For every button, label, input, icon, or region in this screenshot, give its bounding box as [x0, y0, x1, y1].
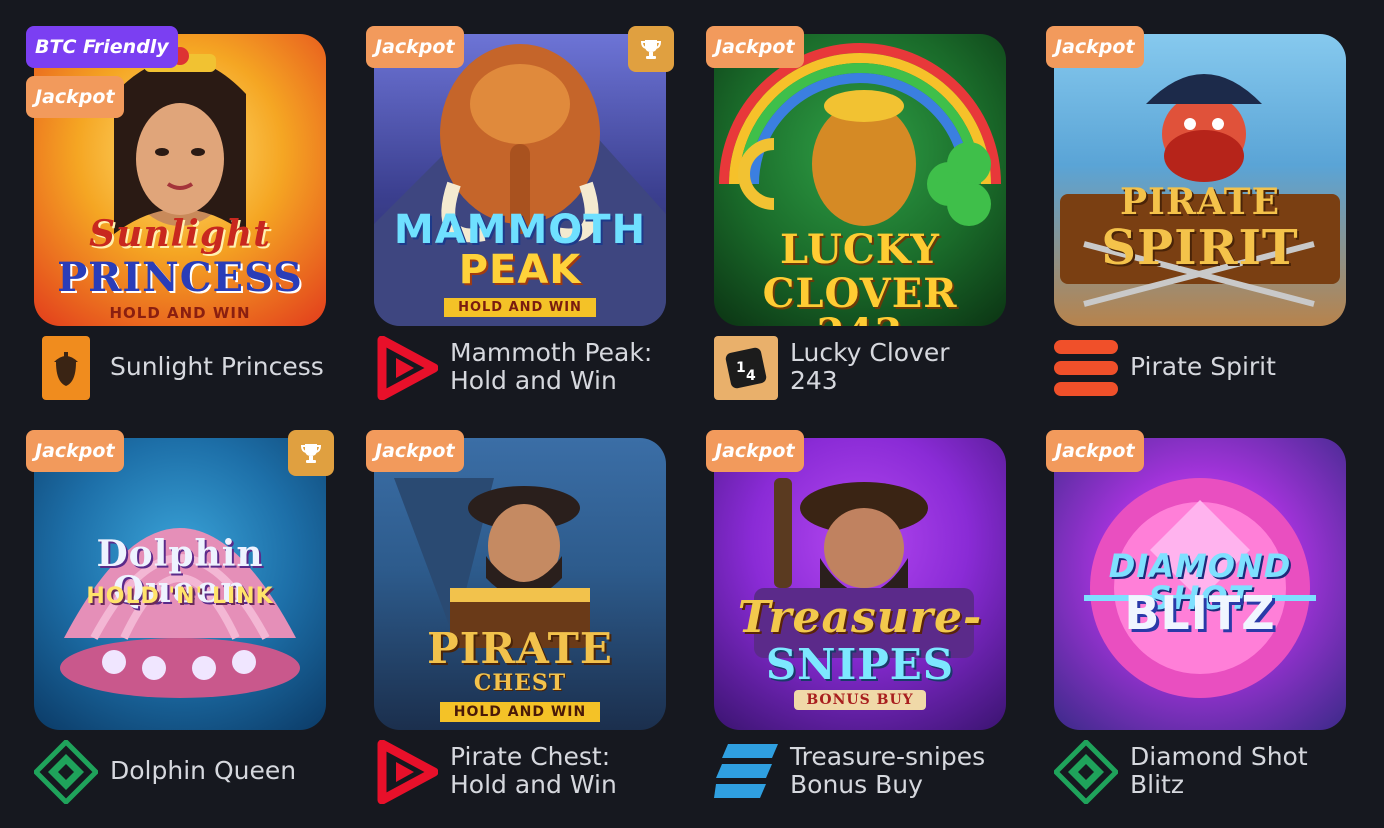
- jackpot-badge: Jackpot: [1046, 430, 1144, 472]
- game-grid: Sunlight PRINCESS HOLD AND WIN BTC Frien…: [0, 0, 1384, 828]
- game-name[interactable]: Dolphin Queen: [110, 740, 325, 802]
- game-logo-line3: HOLD AND WIN: [444, 298, 596, 317]
- provider-logo[interactable]: [714, 740, 778, 804]
- game-thumbnail[interactable]: PIRATE CHEST HOLD AND WIN: [374, 438, 666, 730]
- provider-logo[interactable]: [34, 336, 98, 400]
- game-card[interactable]: Treasure- SNIPES BONUS BUY Jackpot Treas…: [706, 430, 1006, 810]
- game-logo-line2: BLITZ: [1124, 586, 1276, 640]
- play-triangle-icon: [377, 336, 438, 400]
- green-diamond-icon: [1054, 740, 1118, 804]
- game-logo-line2: CLOVER 243: [762, 270, 958, 327]
- game-card[interactable]: PIRATE SPIRIT Jackpot Pirate Spirit: [1046, 26, 1346, 406]
- game-name[interactable]: Mammoth Peak: Hold and Win: [450, 336, 665, 398]
- trophy-icon: [300, 444, 322, 463]
- game-thumbnail[interactable]: MAMMOTH PEAK HOLD AND WIN: [374, 34, 666, 326]
- stacked-bars-icon: [1054, 340, 1118, 396]
- game-name[interactable]: Diamond Shot Blitz: [1130, 740, 1345, 802]
- jackpot-badge: Jackpot: [706, 430, 804, 472]
- jackpot-badge: Jackpot: [366, 26, 464, 68]
- btc-friendly-badge: BTC Friendly: [26, 26, 178, 68]
- svg-text:4: 4: [746, 368, 756, 384]
- game-thumbnail[interactable]: PIRATE SPIRIT: [1054, 34, 1346, 326]
- blue-stripes-icon: [714, 744, 778, 798]
- game-logo-line2: SPIRIT: [1101, 220, 1299, 276]
- provider-logo[interactable]: [374, 336, 438, 400]
- game-logo-line2: PEAK: [458, 247, 582, 293]
- pirate-illustration: [1060, 74, 1340, 307]
- provider-logo[interactable]: [1054, 336, 1118, 400]
- game-logo-line1: PIRATE: [427, 624, 613, 673]
- game-card[interactable]: PIRATE CHEST HOLD AND WIN Jackpot Pirate…: [366, 430, 666, 810]
- game-logo-line2: PRINCESS: [57, 254, 303, 301]
- game-logo-line1: MAMMOTH: [393, 207, 647, 253]
- game-card[interactable]: LUCKY CLOVER 243 Jackpot 1 4 Lucky Clove…: [706, 26, 1006, 406]
- jackpot-badge: Jackpot: [26, 430, 124, 472]
- game-logo-line2: SNIPES: [765, 640, 955, 689]
- jackpot-badge: Jackpot: [26, 76, 124, 118]
- game-thumbnail[interactable]: DIAMOND SHOT BLITZ: [1054, 438, 1346, 730]
- game-logo-line3: HOLD AND WIN: [440, 702, 600, 722]
- provider-logo[interactable]: [374, 740, 438, 804]
- game-name[interactable]: Lucky Clover 243: [790, 336, 1005, 398]
- game-card[interactable]: Sunlight PRINCESS HOLD AND WIN BTC Frien…: [26, 26, 326, 406]
- svg-text:1: 1: [736, 360, 746, 376]
- game-logo-line1: Treasure-: [737, 592, 983, 643]
- jackpot-badge: Jackpot: [1046, 26, 1144, 68]
- jackpot-badge: Jackpot: [366, 430, 464, 472]
- play-triangle-icon: [377, 740, 438, 804]
- trophy-icon: [640, 40, 662, 59]
- provider-logo[interactable]: [1054, 740, 1118, 804]
- game-name[interactable]: Treasure-snipes Bonus Buy: [790, 740, 1005, 802]
- game-logo-line2: HOLD 'N' LINK: [86, 584, 274, 609]
- game-thumbnail[interactable]: Dolphin Queen HOLD 'N' LINK: [34, 438, 326, 730]
- game-name[interactable]: Pirate Chest: Hold and Win: [450, 740, 665, 802]
- provider-logo[interactable]: 1 4: [714, 336, 778, 400]
- game-logo-line2: CHEST: [473, 670, 567, 696]
- acorn-icon: [42, 336, 90, 400]
- game-card[interactable]: DIAMOND SHOT BLITZ Jackpot Diamond Shot …: [1046, 430, 1346, 810]
- game-logo-line3: HOLD AND WIN: [109, 304, 251, 322]
- game-name[interactable]: Sunlight Princess: [110, 336, 325, 398]
- game-card[interactable]: Dolphin Queen HOLD 'N' LINK Jackpot Dolp…: [26, 430, 334, 810]
- game-logo-line1: Sunlight: [89, 213, 271, 255]
- dice-14-icon: 1 4: [714, 336, 778, 400]
- game-thumbnail[interactable]: Treasure- SNIPES BONUS BUY: [714, 438, 1006, 730]
- trophy-badge: [288, 430, 334, 476]
- game-logo-line1: PIRATE: [1119, 181, 1281, 223]
- trophy-badge: [628, 26, 674, 72]
- game-logo-line1: LUCKY: [780, 226, 940, 273]
- green-diamond-icon: [34, 740, 98, 804]
- game-name[interactable]: Pirate Spirit: [1130, 336, 1345, 398]
- game-card[interactable]: MAMMOTH PEAK HOLD AND WIN Jackpot Mammot…: [366, 26, 674, 406]
- jackpot-badge: Jackpot: [706, 26, 804, 68]
- game-logo-line3: BONUS BUY: [794, 690, 926, 710]
- provider-logo[interactable]: [34, 740, 98, 804]
- game-thumbnail[interactable]: LUCKY CLOVER 243: [714, 34, 1006, 326]
